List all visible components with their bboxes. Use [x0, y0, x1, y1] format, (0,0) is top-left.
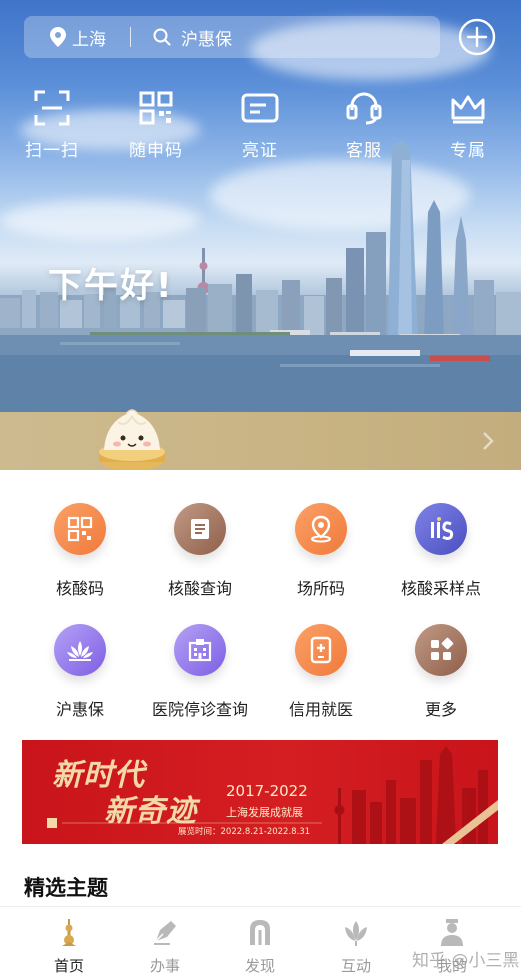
- service-label: 核酸采样点: [400, 579, 481, 598]
- service-venue-code[interactable]: 场所码: [256, 503, 386, 599]
- service-nucleic-acid-code[interactable]: 核酸码: [15, 503, 145, 599]
- quick-action-customer-service[interactable]: 客服: [324, 88, 404, 161]
- service-icon-circle: [295, 624, 347, 676]
- tab-interact[interactable]: 互动: [304, 917, 408, 976]
- service-label: 医院停诊查询: [151, 700, 248, 719]
- location-pin-icon: [50, 27, 66, 47]
- hospital-icon: [188, 639, 212, 662]
- tab-label: 办事: [149, 957, 180, 975]
- banner-subtitle: 上海发展成就展: [226, 806, 303, 819]
- service-icon-circle: [54, 503, 106, 555]
- quick-action-label: 亮证: [242, 141, 278, 161]
- medical-phone-icon: [310, 636, 332, 664]
- chevron-right-icon[interactable]: [482, 431, 494, 451]
- service-sampling-points[interactable]: 核酸采样点: [376, 503, 506, 599]
- id-card-icon: [241, 93, 279, 123]
- service-label: 核酸码: [55, 579, 104, 598]
- search-input[interactable]: 沪惠保: [131, 25, 440, 50]
- service-icon-circle: [415, 503, 467, 555]
- service-label: 沪惠保: [55, 700, 104, 719]
- location-selector[interactable]: 上海: [24, 25, 130, 50]
- tab-home[interactable]: 首页: [17, 917, 121, 976]
- service-label: 更多: [424, 700, 457, 719]
- tab-label: 发现: [244, 957, 275, 975]
- banner-title-line2: 新奇迹: [104, 794, 197, 829]
- qr-code-icon: [67, 516, 93, 542]
- arch-icon: [250, 920, 270, 945]
- magnolia-icon: [345, 921, 367, 946]
- service-icon-circle: [295, 503, 347, 555]
- tab-label: 首页: [53, 957, 84, 975]
- watermark-text: 知乎 @小三黑: [412, 951, 520, 971]
- headset-icon: [346, 92, 382, 125]
- user-icon: [441, 919, 463, 946]
- quick-action-scan[interactable]: 扫一扫: [12, 88, 92, 161]
- quick-action-health-code[interactable]: 随申码: [116, 88, 196, 161]
- service-hu-hui-bao[interactable]: 沪惠保: [15, 624, 145, 720]
- section-title: 精选主题: [24, 876, 108, 900]
- search-icon: [153, 28, 171, 46]
- banner-date: 展览时间：2022.8.21-2022.8.31: [178, 827, 311, 837]
- service-credit-medical[interactable]: 信用就医: [256, 624, 386, 720]
- quick-action-id-card[interactable]: 亮证: [220, 88, 300, 161]
- xiaolongbao-mascot-icon: [99, 409, 165, 470]
- scan-icon: [34, 90, 70, 126]
- sampling-point-icon: [431, 517, 454, 540]
- quick-action-exclusive[interactable]: 专属: [428, 88, 508, 161]
- banner-years: 2017-2022: [226, 782, 308, 800]
- service-icon-circle: [54, 624, 106, 676]
- service-label: 核酸查询: [167, 579, 232, 598]
- quick-action-label: 客服: [346, 141, 382, 161]
- quick-action-label: 随申码: [129, 141, 183, 161]
- crown-icon: [451, 95, 485, 124]
- location-pin-icon: [311, 515, 331, 543]
- lotus-icon: [67, 641, 93, 661]
- service-label: 场所码: [296, 579, 345, 598]
- service-label: 信用就医: [288, 700, 353, 719]
- promo-strip[interactable]: [0, 412, 521, 470]
- document-icon: [191, 519, 209, 539]
- home-tower-icon: [62, 919, 76, 946]
- quick-action-label: 扫一扫: [25, 141, 79, 161]
- qr-code-icon: [139, 91, 173, 125]
- service-icon-circle: [415, 624, 467, 676]
- tab-discover[interactable]: 发现: [208, 917, 312, 976]
- service-more[interactable]: 更多: [376, 624, 506, 720]
- quick-action-label: 专属: [450, 141, 486, 161]
- hero-banner: 上海 沪惠保 扫一扫 随申码 亮证 客服 专属 下午好!: [0, 0, 521, 470]
- service-icon-circle: [174, 624, 226, 676]
- more-grid-icon: [431, 637, 454, 660]
- greeting-text: 下午好!: [48, 266, 174, 306]
- search-bar[interactable]: 上海 沪惠保: [24, 16, 440, 58]
- location-label: 上海: [72, 29, 106, 50]
- service-hospital-suspension[interactable]: 医院停诊查询: [135, 624, 265, 720]
- service-icon-circle: [174, 503, 226, 555]
- service-nucleic-acid-query[interactable]: 核酸查询: [135, 503, 265, 599]
- tab-label: 互动: [340, 957, 371, 975]
- search-query-text: 沪惠保: [181, 29, 232, 50]
- pen-icon: [154, 921, 176, 945]
- tab-services[interactable]: 办事: [113, 917, 217, 976]
- add-icon[interactable]: [457, 17, 497, 57]
- exhibition-banner[interactable]: 新时代 新奇迹 2017-2022 上海发展成就展 展览时间：2022.8.21…: [22, 740, 498, 844]
